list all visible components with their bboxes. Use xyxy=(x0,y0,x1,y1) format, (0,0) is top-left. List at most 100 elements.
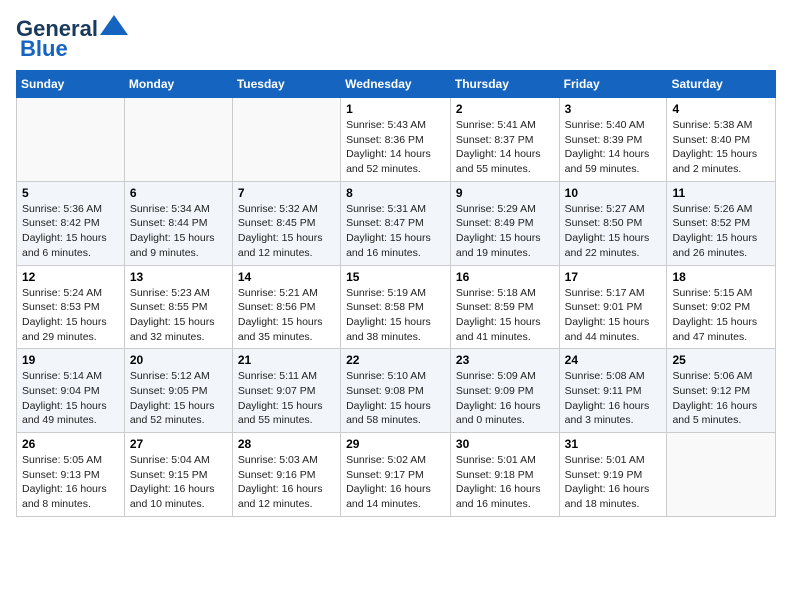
day-number: 16 xyxy=(456,270,554,284)
calendar-table: SundayMondayTuesdayWednesdayThursdayFrid… xyxy=(16,70,776,517)
week-row-1: 1 Sunrise: 5:43 AM Sunset: 8:36 PM Daylig… xyxy=(17,98,776,182)
calendar-cell: 15 Sunrise: 5:19 AM Sunset: 8:58 PM Dayli… xyxy=(341,265,451,349)
calendar-cell: 1 Sunrise: 5:43 AM Sunset: 8:36 PM Daylig… xyxy=(341,98,451,182)
calendar-cell: 12Sunrise: 5:24 AM Sunset: 8:53 PM Dayli… xyxy=(17,265,125,349)
calendar-cell: 20 Sunrise: 5:12 AM Sunset: 9:05 PM Dayli… xyxy=(124,349,232,433)
week-row-5: 26 Sunrise: 5:05 AM Sunset: 9:13 PM Dayli… xyxy=(17,433,776,517)
calendar-cell: 9 Sunrise: 5:29 AM Sunset: 8:49 PM Daylig… xyxy=(450,181,559,265)
calendar-cell: 4 Sunrise: 5:38 AM Sunset: 8:40 PM Daylig… xyxy=(667,98,776,182)
calendar-cell: 30Sunrise: 5:01 AM Sunset: 9:18 PM Dayli… xyxy=(450,433,559,517)
day-number: 18 xyxy=(672,270,770,284)
header-day-sunday: Sunday xyxy=(17,71,125,98)
logo-blue: Blue xyxy=(20,36,68,62)
day-number: 15 xyxy=(346,270,445,284)
day-info: Sunrise: 5:14 AM Sunset: 9:04 PM Dayligh… xyxy=(22,369,119,428)
week-row-3: 12Sunrise: 5:24 AM Sunset: 8:53 PM Dayli… xyxy=(17,265,776,349)
day-info: Sunrise: 5:10 AM Sunset: 9:08 PM Dayligh… xyxy=(346,369,445,428)
day-info: Sunrise: 5:03 AM Sunset: 9:16 PM Dayligh… xyxy=(238,453,335,512)
calendar-cell xyxy=(232,98,340,182)
calendar-cell: 18 Sunrise: 5:15 AM Sunset: 9:02 PM Dayli… xyxy=(667,265,776,349)
header-row: SundayMondayTuesdayWednesdayThursdayFrid… xyxy=(17,71,776,98)
day-number: 4 xyxy=(672,102,770,116)
calendar-cell: 25 Sunrise: 5:06 AM Sunset: 9:12 PM Dayli… xyxy=(667,349,776,433)
calendar-cell xyxy=(124,98,232,182)
calendar-cell: 21 Sunrise: 5:11 AM Sunset: 9:07 PM Dayli… xyxy=(232,349,340,433)
day-info: Sunrise: 5:19 AM Sunset: 8:58 PM Dayligh… xyxy=(346,286,445,345)
logo: General Blue xyxy=(16,16,128,62)
day-info: Sunrise: 5:06 AM Sunset: 9:12 PM Dayligh… xyxy=(672,369,770,428)
day-info: Sunrise: 5:38 AM Sunset: 8:40 PM Dayligh… xyxy=(672,118,770,177)
day-info: Sunrise: 5:17 AM Sunset: 9:01 PM Dayligh… xyxy=(565,286,662,345)
day-info: Sunrise: 5:15 AM Sunset: 9:02 PM Dayligh… xyxy=(672,286,770,345)
calendar-cell: 17 Sunrise: 5:17 AM Sunset: 9:01 PM Dayli… xyxy=(559,265,667,349)
calendar-cell: 11 Sunrise: 5:26 AM Sunset: 8:52 PM Dayli… xyxy=(667,181,776,265)
calendar-cell: 3 Sunrise: 5:40 AM Sunset: 8:39 PM Daylig… xyxy=(559,98,667,182)
day-number: 20 xyxy=(130,353,227,367)
day-info: Sunrise: 5:32 AM Sunset: 8:45 PM Dayligh… xyxy=(238,202,335,261)
day-number: 21 xyxy=(238,353,335,367)
day-info: Sunrise: 5:01 AM Sunset: 9:19 PM Dayligh… xyxy=(565,453,662,512)
page-header: General Blue xyxy=(16,16,776,62)
day-number: 25 xyxy=(672,353,770,367)
day-number: 19 xyxy=(22,353,119,367)
day-number: 2 xyxy=(456,102,554,116)
day-number: 10 xyxy=(565,186,662,200)
day-number: 31 xyxy=(565,437,662,451)
day-info: Sunrise: 5:08 AM Sunset: 9:11 PM Dayligh… xyxy=(565,369,662,428)
day-info: Sunrise: 5:05 AM Sunset: 9:13 PM Dayligh… xyxy=(22,453,119,512)
day-number: 28 xyxy=(238,437,335,451)
day-info: Sunrise: 5:29 AM Sunset: 8:49 PM Dayligh… xyxy=(456,202,554,261)
day-number: 5 xyxy=(22,186,119,200)
calendar-cell: 19 Sunrise: 5:14 AM Sunset: 9:04 PM Dayli… xyxy=(17,349,125,433)
day-number: 26 xyxy=(22,437,119,451)
day-info: Sunrise: 5:01 AM Sunset: 9:18 PM Dayligh… xyxy=(456,453,554,512)
day-info: Sunrise: 5:27 AM Sunset: 8:50 PM Dayligh… xyxy=(565,202,662,261)
calendar-cell: 28 Sunrise: 5:03 AM Sunset: 9:16 PM Dayli… xyxy=(232,433,340,517)
calendar-cell xyxy=(667,433,776,517)
day-number: 14 xyxy=(238,270,335,284)
calendar-cell: 29Sunrise: 5:02 AM Sunset: 9:17 PM Dayli… xyxy=(341,433,451,517)
calendar-cell: 6Sunrise: 5:34 AM Sunset: 8:44 PM Daylig… xyxy=(124,181,232,265)
day-number: 17 xyxy=(565,270,662,284)
header-day-friday: Friday xyxy=(559,71,667,98)
calendar-cell: 23 Sunrise: 5:09 AM Sunset: 9:09 PM Dayli… xyxy=(450,349,559,433)
calendar-cell: 22 Sunrise: 5:10 AM Sunset: 9:08 PM Dayli… xyxy=(341,349,451,433)
day-info: Sunrise: 5:09 AM Sunset: 9:09 PM Dayligh… xyxy=(456,369,554,428)
day-info: Sunrise: 5:21 AM Sunset: 8:56 PM Dayligh… xyxy=(238,286,335,345)
day-info: Sunrise: 5:11 AM Sunset: 9:07 PM Dayligh… xyxy=(238,369,335,428)
day-info: Sunrise: 5:41 AM Sunset: 8:37 PM Dayligh… xyxy=(456,118,554,177)
day-number: 1 xyxy=(346,102,445,116)
day-number: 9 xyxy=(456,186,554,200)
day-info: Sunrise: 5:12 AM Sunset: 9:05 PM Dayligh… xyxy=(130,369,227,428)
day-number: 8 xyxy=(346,186,445,200)
day-info: Sunrise: 5:04 AM Sunset: 9:15 PM Dayligh… xyxy=(130,453,227,512)
day-number: 22 xyxy=(346,353,445,367)
day-info: Sunrise: 5:36 AM Sunset: 8:42 PM Dayligh… xyxy=(22,202,119,261)
day-info: Sunrise: 5:40 AM Sunset: 8:39 PM Dayligh… xyxy=(565,118,662,177)
calendar-cell: 14 Sunrise: 5:21 AM Sunset: 8:56 PM Dayli… xyxy=(232,265,340,349)
day-info: Sunrise: 5:31 AM Sunset: 8:47 PM Dayligh… xyxy=(346,202,445,261)
calendar-cell: 27 Sunrise: 5:04 AM Sunset: 9:15 PM Dayli… xyxy=(124,433,232,517)
day-number: 23 xyxy=(456,353,554,367)
day-number: 27 xyxy=(130,437,227,451)
header-day-saturday: Saturday xyxy=(667,71,776,98)
day-number: 12 xyxy=(22,270,119,284)
header-day-monday: Monday xyxy=(124,71,232,98)
calendar-cell: 31 Sunrise: 5:01 AM Sunset: 9:19 PM Dayli… xyxy=(559,433,667,517)
day-number: 24 xyxy=(565,353,662,367)
day-number: 11 xyxy=(672,186,770,200)
logo-icon xyxy=(100,15,128,35)
day-info: Sunrise: 5:18 AM Sunset: 8:59 PM Dayligh… xyxy=(456,286,554,345)
day-number: 7 xyxy=(238,186,335,200)
calendar-cell: 5 Sunrise: 5:36 AM Sunset: 8:42 PM Daylig… xyxy=(17,181,125,265)
day-info: Sunrise: 5:26 AM Sunset: 8:52 PM Dayligh… xyxy=(672,202,770,261)
day-info: Sunrise: 5:02 AM Sunset: 9:17 PM Dayligh… xyxy=(346,453,445,512)
day-info: Sunrise: 5:34 AM Sunset: 8:44 PM Dayligh… xyxy=(130,202,227,261)
day-info: Sunrise: 5:43 AM Sunset: 8:36 PM Dayligh… xyxy=(346,118,445,177)
header-day-wednesday: Wednesday xyxy=(341,71,451,98)
header-day-tuesday: Tuesday xyxy=(232,71,340,98)
header-day-thursday: Thursday xyxy=(450,71,559,98)
calendar-cell: 26 Sunrise: 5:05 AM Sunset: 9:13 PM Dayli… xyxy=(17,433,125,517)
day-number: 3 xyxy=(565,102,662,116)
week-row-4: 19 Sunrise: 5:14 AM Sunset: 9:04 PM Dayli… xyxy=(17,349,776,433)
